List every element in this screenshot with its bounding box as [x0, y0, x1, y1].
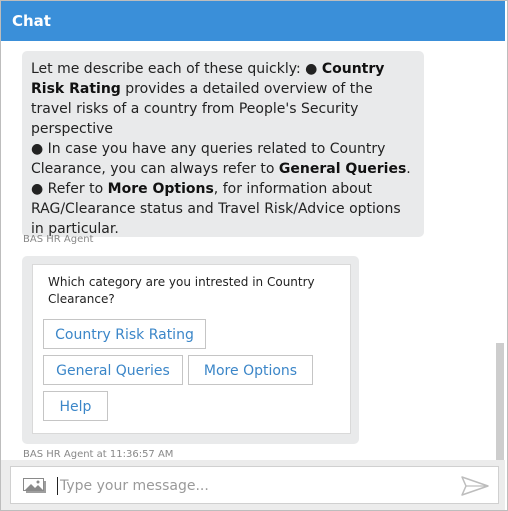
message-list[interactable]: Let me describe each of these quickly: ●… — [1, 41, 505, 460]
message-input-box: Type your message... — [10, 466, 499, 504]
sender-timestamp-label: BAS HR Agent at 11:36:57 AM — [23, 449, 174, 460]
more-options-term: More Options — [107, 181, 214, 197]
image-icon[interactable] — [23, 478, 47, 494]
message-dot: . — [406, 161, 411, 177]
send-icon[interactable] — [461, 476, 489, 496]
more-options-button[interactable]: More Options — [188, 355, 313, 385]
agent-message-bubble: Let me describe each of these quickly: ●… — [22, 51, 424, 237]
agent-card-bubble: Which category are you intrested in Coun… — [22, 256, 359, 444]
general-queries-term: General Queries — [278, 161, 407, 177]
chat-title: Chat — [12, 12, 51, 30]
composer-area: Type your message... — [1, 460, 505, 510]
general-queries-button[interactable]: General Queries — [43, 355, 183, 385]
message-intro: Let me describe each of these quickly: ● — [31, 61, 322, 77]
help-button[interactable]: Help — [43, 391, 108, 421]
sender-label: BAS HR Agent — [23, 234, 94, 245]
message-input[interactable]: Type your message... — [57, 477, 209, 495]
country-risk-rating-button[interactable]: Country Risk Rating — [43, 319, 206, 349]
message-bullet-3: ● Refer to — [31, 181, 108, 197]
chat-header: Chat — [1, 1, 505, 41]
scrollbar-thumb[interactable] — [496, 343, 504, 460]
card-question: Which category are you intrested in Coun… — [48, 275, 315, 306]
agent-message-text: Let me describe each of these quickly: ●… — [31, 59, 416, 239]
chat-window: Chat Let me describe each of these quick… — [0, 0, 508, 511]
category-card: Which category are you intrested in Coun… — [32, 264, 351, 434]
